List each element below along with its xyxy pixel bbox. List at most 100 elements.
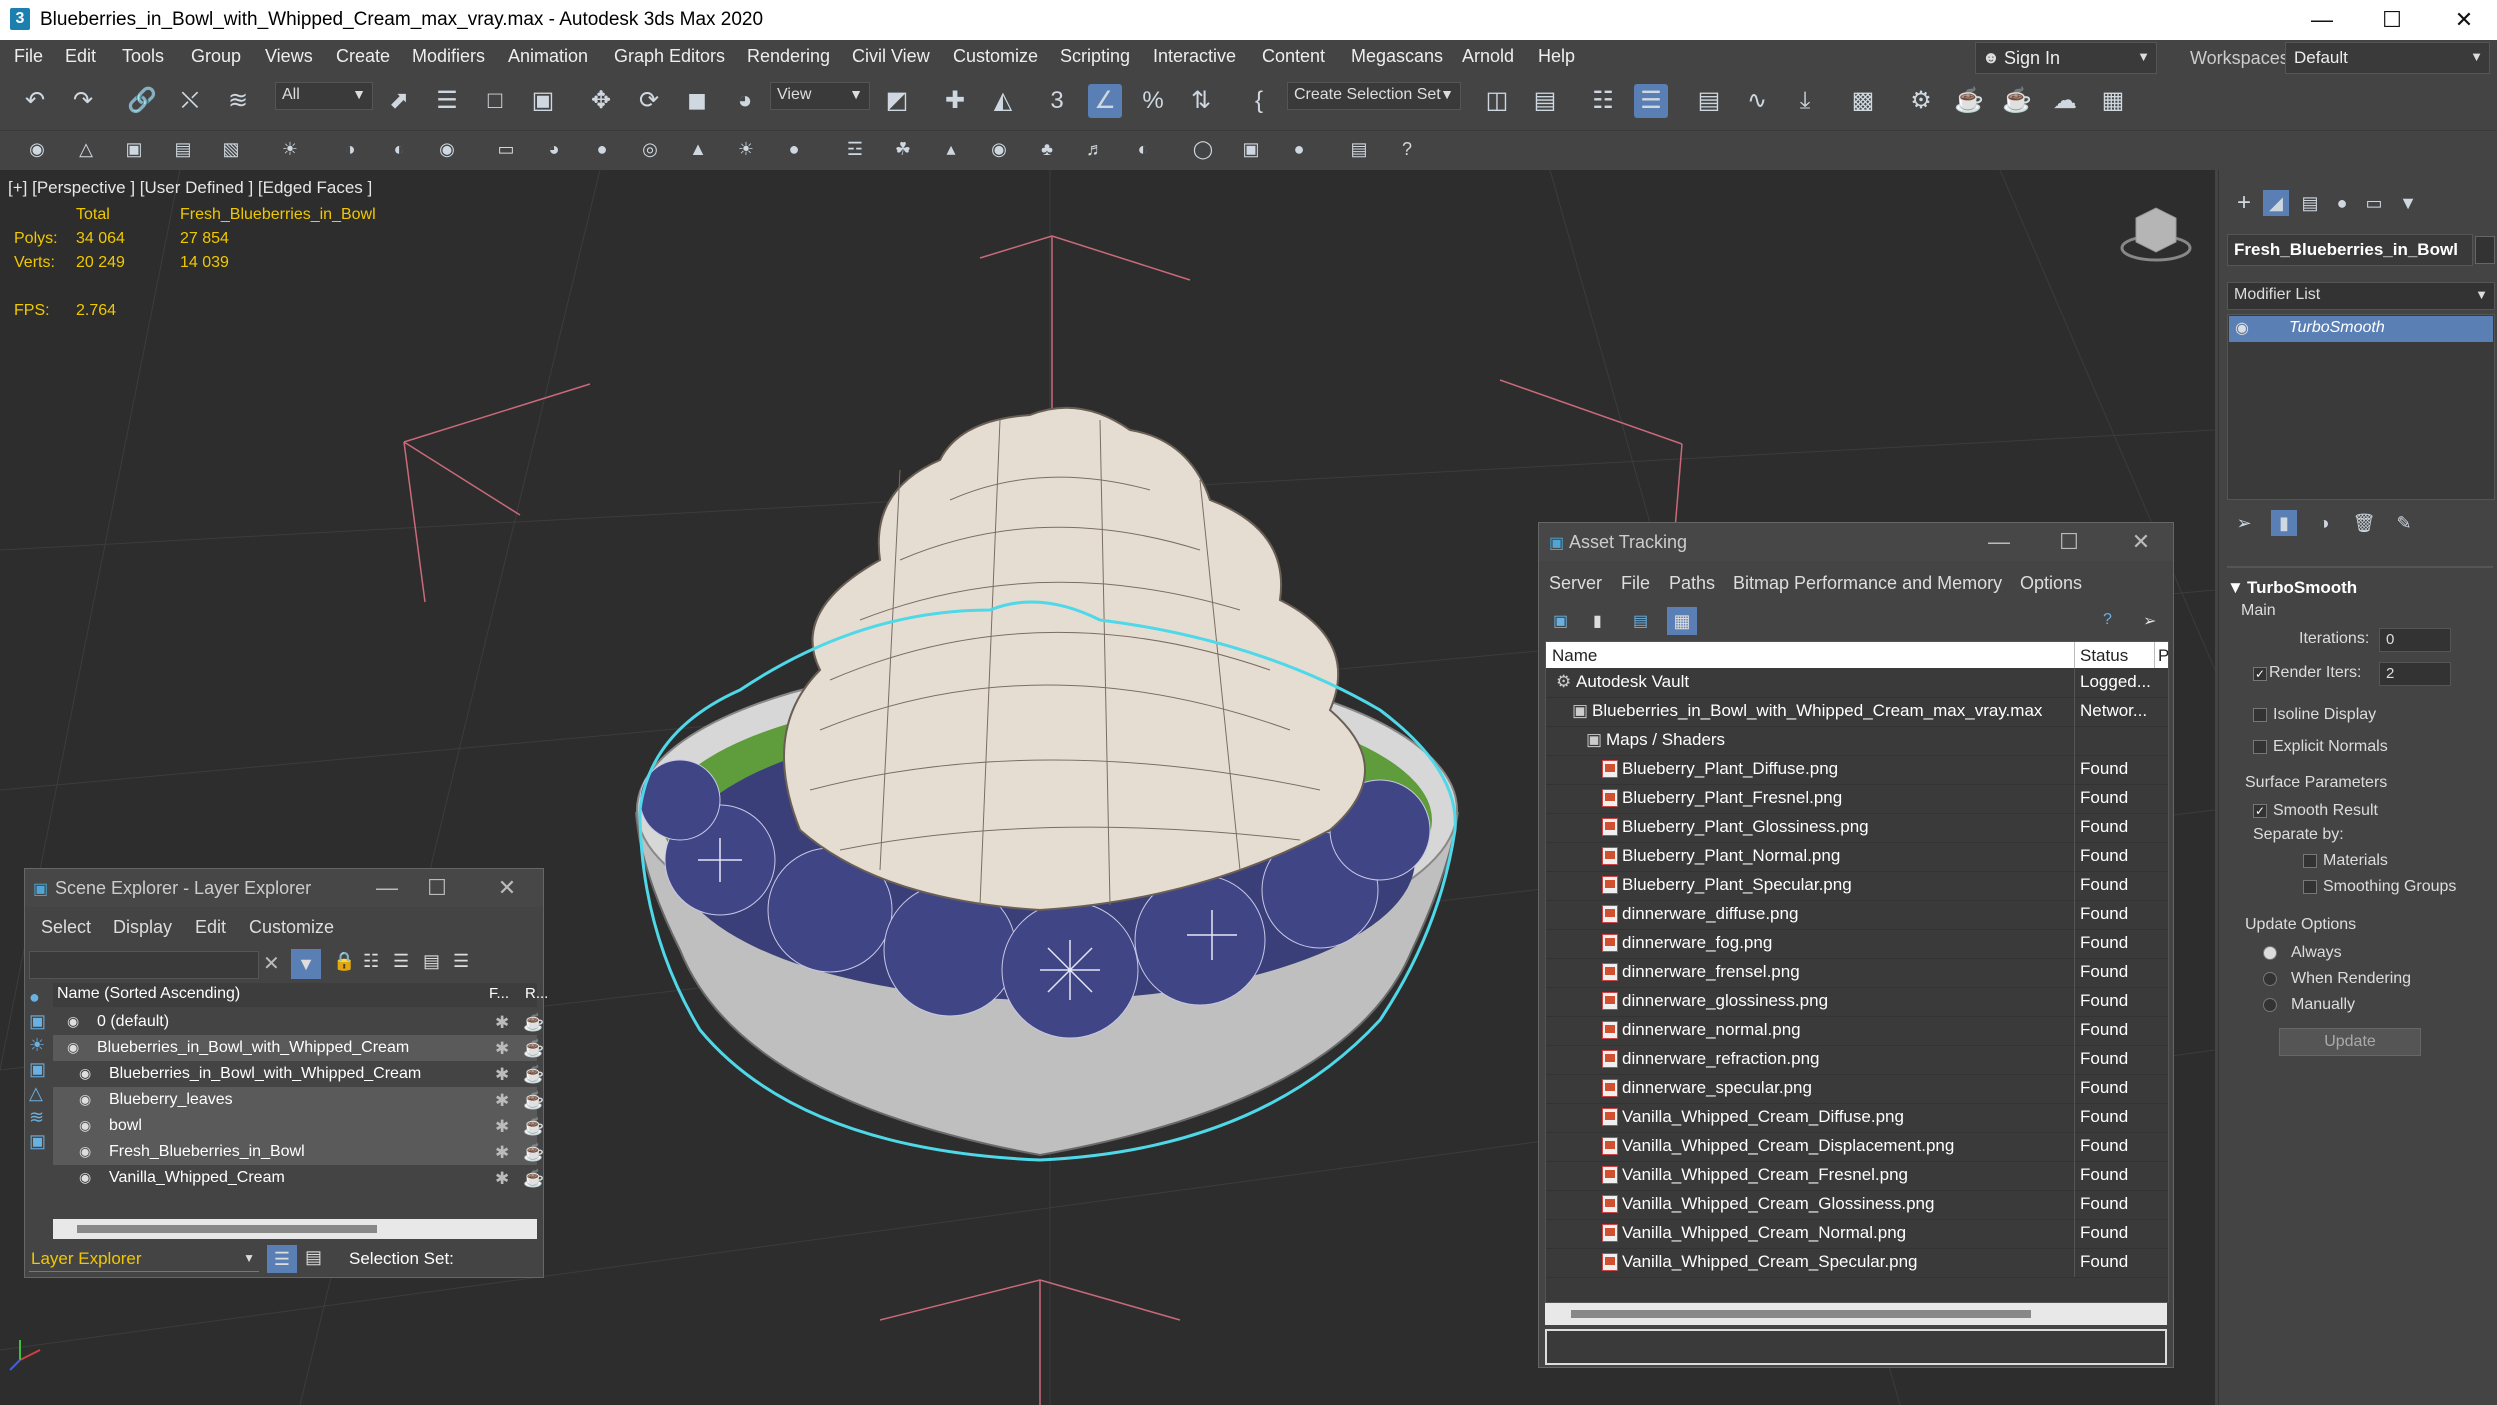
menu-rendering[interactable]: Rendering [747, 46, 830, 67]
scene-tree-row[interactable]: ◉ Fresh_Blueberries_in_Bowl ✱ ☕ [53, 1139, 544, 1165]
edit-named-selection-icon[interactable]: { [1242, 84, 1276, 118]
column-render[interactable]: R... [525, 985, 548, 1002]
vray-tool-icon-3[interactable]: ▤ [1346, 136, 1372, 162]
vray-toolbar-icon-5[interactable]: ▧ [218, 136, 244, 162]
light-filter-icon[interactable]: ☀ [29, 1035, 47, 1059]
asset-row[interactable]: Blueberry_Plant_Glossiness.png Found [1546, 813, 2168, 843]
visibility-eye-icon[interactable]: ◉ [79, 1117, 91, 1134]
renderable-teapot-icon[interactable]: ☕ [523, 1169, 544, 1189]
configure-modifier-sets-icon[interactable]: ✎ [2391, 510, 2417, 536]
sign-in-button[interactable]: ☻ Sign In ▼ [1975, 42, 2157, 74]
render-in-cloud-icon[interactable]: ☁ [2048, 84, 2082, 118]
menu-interactive[interactable]: Interactive [1153, 46, 1236, 67]
refresh-icon[interactable]: ▣ [1553, 611, 1568, 631]
visibility-eye-icon[interactable]: ◉ [79, 1143, 91, 1160]
menu-modifiers[interactable]: Modifiers [412, 46, 485, 67]
snaps-toggle-icon[interactable]: 3 [1040, 84, 1074, 118]
explicit-normals-checkbox[interactable] [2253, 740, 2267, 754]
vray-fur-icon[interactable]: ☘ [890, 136, 916, 162]
vray-clipper-icon[interactable]: ♣ [1034, 136, 1060, 162]
asset-row[interactable]: dinnerware_normal.png Found [1546, 1016, 2168, 1046]
asset-row[interactable]: Blueberry_Plant_Specular.png Found [1546, 871, 2168, 901]
manually-radio[interactable] [2263, 998, 2277, 1012]
visibility-eye-icon[interactable]: ◉ [67, 1013, 79, 1030]
pivot-center-icon[interactable]: ◩ [880, 84, 914, 118]
vray-sphere-light-icon[interactable]: ● [589, 136, 615, 162]
show-end-result-icon[interactable]: ▮ [2271, 510, 2297, 536]
asset-row[interactable]: dinnerware_glossiness.png Found [1546, 987, 2168, 1017]
helper-filter-icon[interactable]: △ [29, 1083, 47, 1107]
vray-material-icon[interactable]: ◯ [1190, 136, 1216, 162]
scene-menu-select[interactable]: Select [41, 917, 91, 938]
display-tab-icon[interactable]: ▭ [2361, 190, 2387, 216]
asset-path-field[interactable] [1545, 1329, 2167, 1365]
vray-toolbar-icon-1[interactable]: ◉ [24, 136, 50, 162]
select-and-manipulate-icon[interactable]: ◭ [986, 84, 1020, 118]
create-tab-icon[interactable]: + [2231, 190, 2257, 216]
scene-search-input[interactable] [29, 951, 259, 979]
make-unique-icon[interactable]: ◑ [2311, 510, 2337, 536]
scene-tree-row[interactable]: ◉ Blueberry_leaves ✱ ☕ [53, 1087, 544, 1113]
rectangular-selection-icon[interactable]: □ [478, 84, 512, 118]
mirror-icon[interactable]: ◫ [1480, 84, 1514, 118]
menu-arnold[interactable]: Arnold [1462, 46, 1514, 67]
scene-horizontal-scrollbar[interactable] [53, 1219, 537, 1239]
unlink-icon[interactable]: ⛌ [173, 84, 207, 118]
select-by-name-icon[interactable]: ☰ [430, 84, 464, 118]
renderable-teapot-icon[interactable]: ☕ [523, 1091, 544, 1111]
geometry-filter-icon[interactable]: ● [29, 987, 47, 1011]
always-radio[interactable] [2263, 946, 2277, 960]
rollout-collapse-icon[interactable]: ▼ [2227, 578, 2244, 598]
toggle-ribbon-icon[interactable]: ▤ [1692, 84, 1726, 118]
close-icon[interactable]: ✕ [2119, 528, 2163, 556]
vray-sky-icon[interactable]: ● [781, 136, 807, 162]
column-path[interactable]: P [2158, 646, 2169, 666]
render-iterative-icon[interactable]: ▦ [2096, 84, 2130, 118]
smoothing-groups-checkbox[interactable] [2303, 880, 2317, 894]
render-setup-icon[interactable]: ⚙ [1904, 84, 1938, 118]
asset-row[interactable]: dinnerware_refraction.png Found [1546, 1045, 2168, 1075]
menu-tools[interactable]: Tools [122, 46, 164, 67]
when-rendering-radio[interactable] [2263, 972, 2277, 986]
asset-help-icon[interactable]: ? [2103, 611, 2112, 629]
vray-toolbar-icon-9[interactable]: ◉ [434, 136, 460, 162]
column-name[interactable]: Name (Sorted Ascending) [57, 985, 240, 1003]
redo-icon[interactable]: ↷ [66, 84, 100, 118]
link-icon[interactable]: 🔗 [125, 84, 159, 118]
nested-layer-icon[interactable]: ▤ [423, 951, 440, 972]
asset-menu-file[interactable]: File [1621, 573, 1650, 594]
update-button[interactable]: Update [2279, 1028, 2421, 1056]
asset-row[interactable]: dinnerware_frensel.png Found [1546, 958, 2168, 988]
workspaces-dropdown[interactable]: Default ▼ [2285, 42, 2490, 74]
object-name-field[interactable]: Fresh_Blueberries_in_Bowl [2227, 234, 2473, 266]
window-crossing-icon[interactable]: ▣ [526, 84, 560, 118]
menu-help[interactable]: Help [1538, 46, 1575, 67]
tree-view-icon[interactable]: ▤ [1633, 611, 1648, 631]
add-layer-icon[interactable]: ☷ [363, 951, 379, 972]
render-iters-checkbox[interactable]: ✓ [2253, 667, 2267, 681]
menu-file[interactable]: File [14, 46, 43, 67]
materials-checkbox[interactable] [2303, 854, 2317, 868]
asset-row[interactable]: Blueberry_Plant_Normal.png Found [1546, 842, 2168, 872]
maximize-icon[interactable]: ☐ [2362, 4, 2422, 36]
scene-menu-display[interactable]: Display [113, 917, 172, 938]
minimize-icon[interactable]: — [365, 874, 409, 902]
vray-ambient-light-icon[interactable]: ▲ [685, 136, 711, 162]
vray-dome-light-icon[interactable]: ◕ [541, 136, 567, 162]
asset-row[interactable]: Vanilla_Whipped_Cream_Glossiness.png Foun… [1546, 1190, 2168, 1220]
asset-row[interactable]: ⚙ Autodesk Vault Logged... [1546, 668, 2168, 698]
pin-stack-icon[interactable]: ➢ [2231, 510, 2257, 536]
angle-snap-icon[interactable]: ∠ [1088, 84, 1122, 118]
column-name[interactable]: Name [1552, 646, 1597, 666]
spacewarp-filter-icon[interactable]: ≋ [29, 1107, 47, 1131]
placement-icon[interactable]: ◕ [728, 84, 762, 118]
asset-row[interactable]: Blueberry_Plant_Diffuse.png Found [1546, 755, 2168, 785]
menu-megascans[interactable]: Megascans [1351, 46, 1443, 67]
visibility-eye-icon[interactable]: ◉ [79, 1065, 91, 1082]
menu-animation[interactable]: Animation [508, 46, 588, 67]
asset-row[interactable]: Vanilla_Whipped_Cream_Displacement.png Fo… [1546, 1132, 2168, 1162]
scene-tree-row[interactable]: ◉ bowl ✱ ☕ [53, 1113, 544, 1139]
asset-menu-bitmap-performance[interactable]: Bitmap Performance and Memory [1733, 573, 2002, 594]
asset-row[interactable]: ▣ Blueberries_in_Bowl_with_Whipped_Cream_… [1546, 697, 2168, 727]
vray-plane-light-icon[interactable]: ▭ [493, 136, 519, 162]
